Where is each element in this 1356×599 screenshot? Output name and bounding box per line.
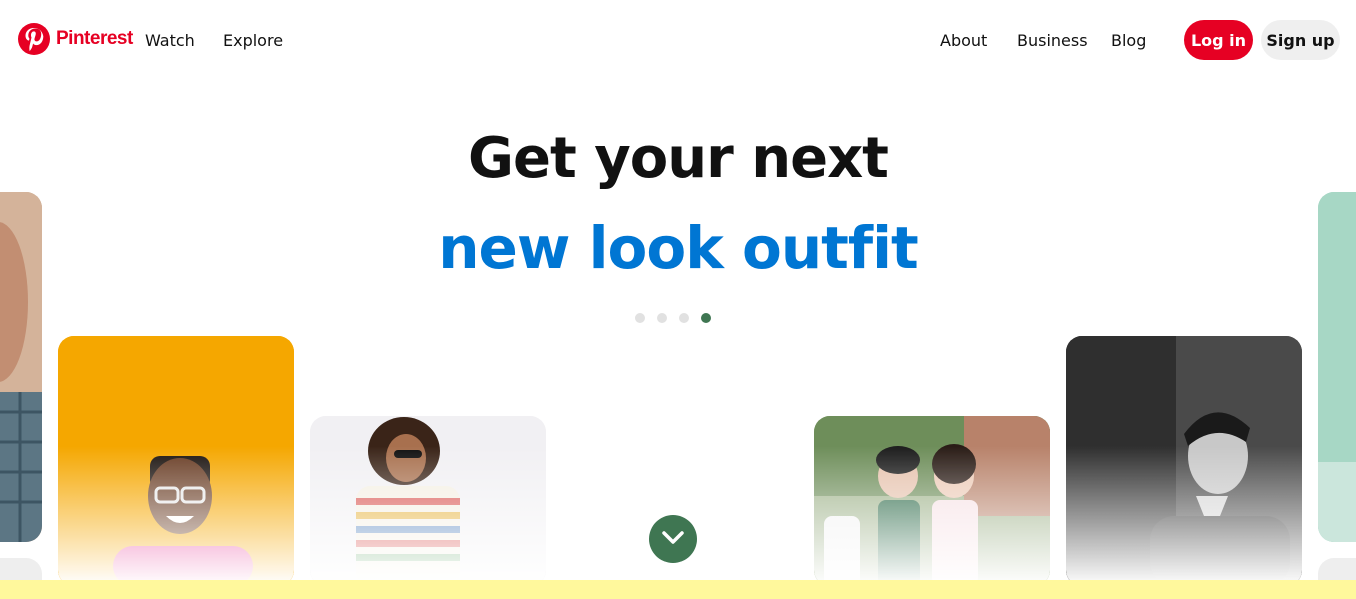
hero-subtitle: new look outfit (438, 214, 918, 282)
pinterest-logo[interactable]: Pinterest (18, 23, 133, 55)
image-fade-overlay (58, 446, 294, 586)
image-fade-overlay (814, 446, 1050, 586)
pin-image-two-girls[interactable] (814, 416, 1050, 586)
carousel-dot-3[interactable] (679, 313, 689, 323)
carousel-dots (635, 313, 711, 323)
pin-image-bw-man[interactable] (1066, 336, 1302, 586)
brand-name: Pinterest (56, 28, 133, 49)
pin-image-striped-shirt[interactable] (310, 416, 546, 586)
hero-title: Get your next (468, 126, 889, 191)
carousel-dot-4[interactable] (701, 313, 711, 323)
nav-blog[interactable]: Blog (1111, 31, 1146, 50)
nav-explore[interactable]: Explore (223, 31, 283, 50)
pin-image-smiling-man[interactable] (58, 336, 294, 586)
carousel-dot-2[interactable] (657, 313, 667, 323)
nav-business[interactable]: Business (1017, 31, 1088, 50)
chevron-down-icon (662, 530, 684, 549)
scroll-down-button[interactable] (649, 515, 697, 563)
bottom-banner (0, 580, 1356, 599)
image-fade-overlay (1066, 446, 1302, 586)
pin-image-right-mint[interactable] (1318, 192, 1356, 542)
carousel-dot-1[interactable] (635, 313, 645, 323)
image-fade-overlay (310, 446, 546, 586)
nav-watch[interactable]: Watch (145, 31, 195, 50)
login-button[interactable]: Log in (1184, 20, 1253, 60)
pin-image-man-plaid[interactable] (0, 192, 42, 542)
pinterest-logo-icon (18, 23, 50, 55)
top-navbar: Pinterest Watch Explore About Business B… (0, 0, 1356, 80)
nav-about[interactable]: About (940, 31, 987, 50)
signup-button[interactable]: Sign up (1261, 20, 1340, 60)
